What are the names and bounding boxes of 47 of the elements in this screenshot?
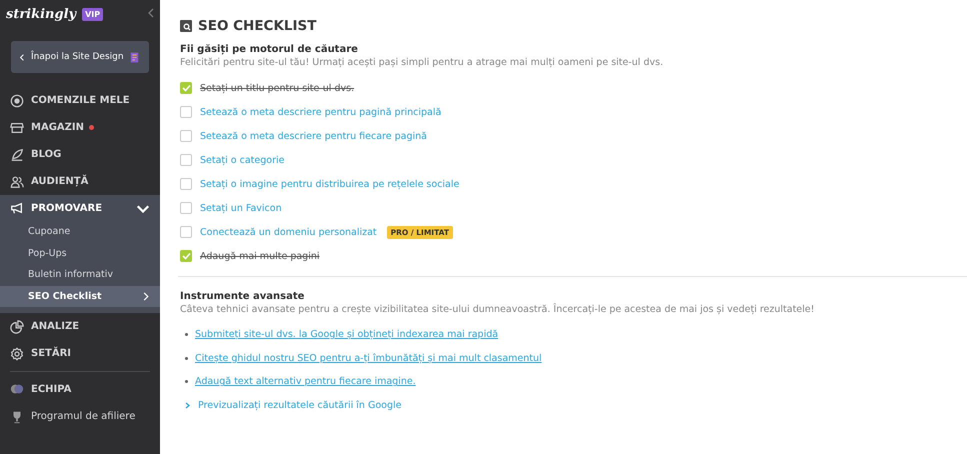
nav-item[interactable]: ANALIZE [0,313,160,340]
checkbox[interactable] [180,130,192,142]
document-icon [130,52,139,62]
checkbox[interactable] [180,226,192,238]
checkbox[interactable] [180,154,192,166]
nav-item[interactable]: ECHIPA [10,371,150,403]
logo[interactable]: strikingly [6,6,76,22]
section-description: Câteva tehnici avansate pentru a crește vizibilitatea site-ului dumneavoastră. Încercați-le pe acestea de mai jos și vedeți rezultatele! [180,304,816,315]
feather-icon [10,148,24,162]
completed-task: Adaugă mai multe pagini [200,250,320,262]
back-button[interactable]: Înapoi la Site Design [11,41,149,73]
completed-task: Setați un titlu pentru site-ul dvs. [200,82,354,94]
store-icon [10,120,24,134]
nav-item[interactable]: COMENZILE MELE [0,87,160,114]
nav-item[interactable]: MAGAZIN [0,114,160,141]
bullet-icon [185,380,188,384]
checkbox[interactable] [180,202,192,214]
search-icon [180,20,192,32]
plan-badge: VIP [82,8,104,20]
nav-item[interactable]: SETĂRI [0,340,160,367]
nav-item[interactable]: PROMOVARE [0,195,160,221]
nav-item[interactable]: Programul de afiliere [0,403,160,430]
nav-item[interactable]: BLOG [0,141,160,168]
settings-icon [10,346,24,360]
pie-chart-icon [10,320,24,334]
bullet-icon [185,356,188,360]
checkbox[interactable] [180,250,192,262]
checkbox[interactable] [180,178,192,190]
people-icon [10,174,24,188]
nav-item[interactable]: AUDIENȚĂ [0,168,160,195]
bullet-icon [185,333,188,336]
megaphone-icon [10,201,24,215]
chevron-right-icon [142,292,150,301]
chevron-left-icon [19,54,25,60]
section-heading: Fii găsiți pe motorul de căutare [180,44,359,55]
page-title: SEO CHECKLIST [198,18,316,34]
team-avatars-icon [10,382,24,396]
submenu-item[interactable]: SEO Checklist [0,286,160,307]
coin-icon [10,94,24,108]
section-heading: Instrumente avansate [180,291,306,302]
submenu-item[interactable]: Cupoane [0,221,160,242]
submenu-item[interactable]: Pop-Ups [0,242,160,264]
chevron-right-icon [185,402,191,409]
checkbox[interactable] [180,82,192,94]
section-description: Felicitări pentru site-ul tău! Urmați acești pași simpli pentru a atrage mai mulți oameni pe site-ul dvs. [180,57,664,68]
checkbox[interactable] [180,106,192,118]
submenu-item[interactable]: Buletin informativ [0,264,160,286]
